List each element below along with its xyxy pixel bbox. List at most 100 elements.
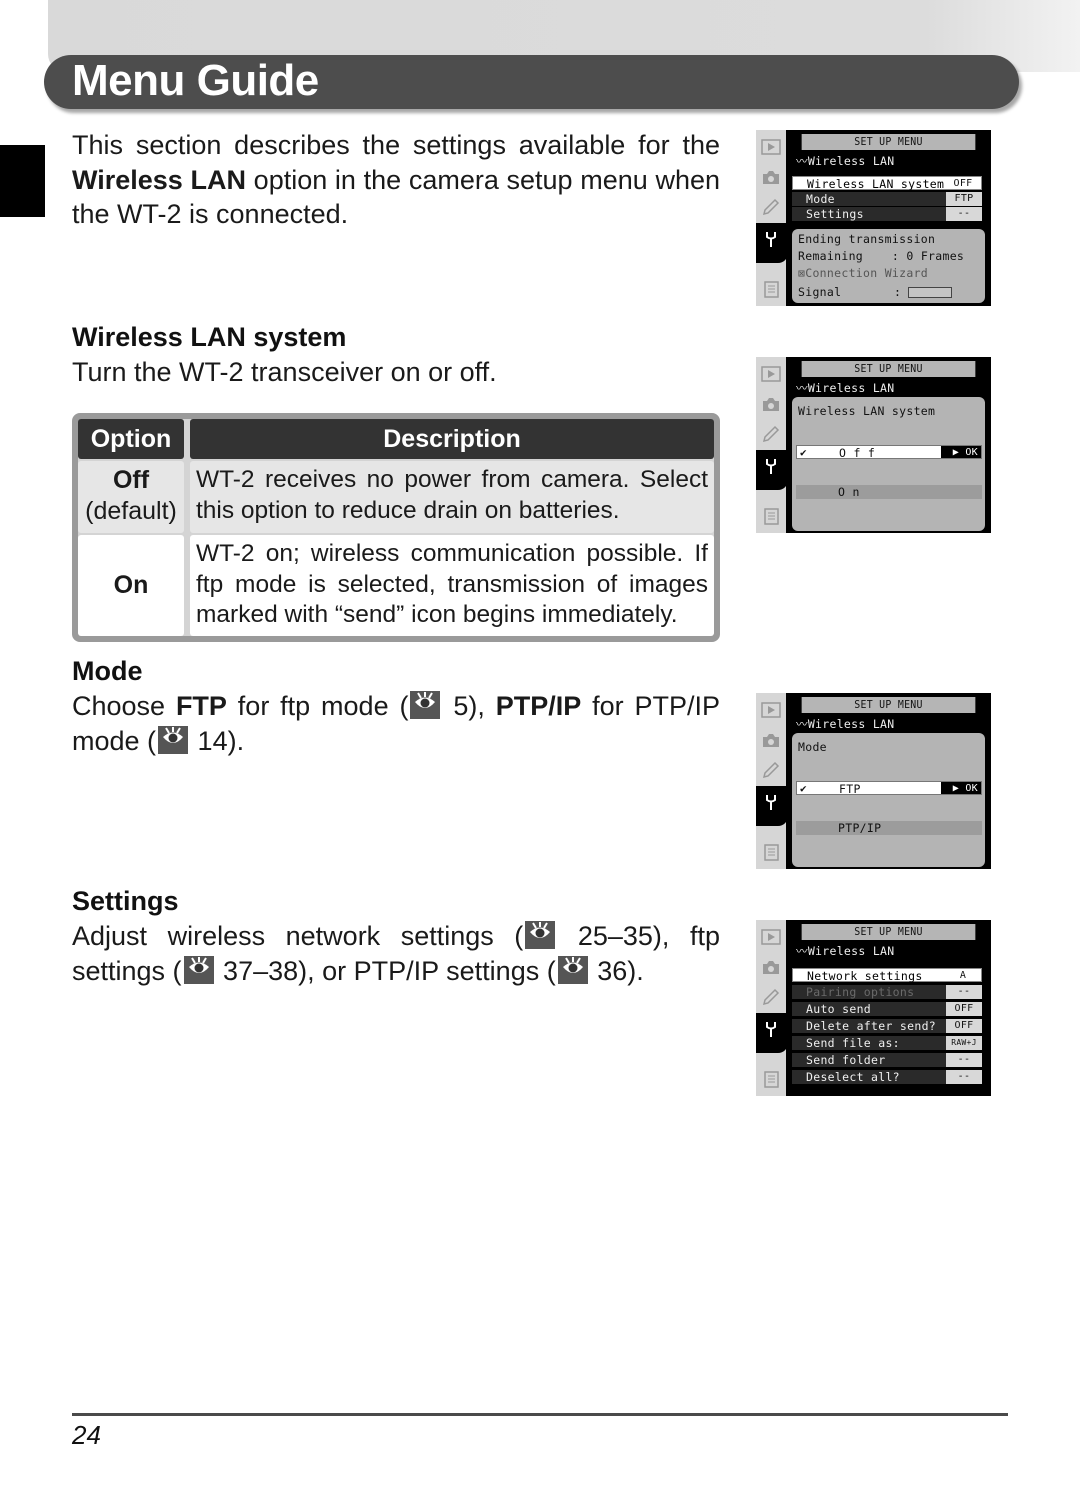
heading-settings: Settings (64, 886, 190, 920)
menu-item-send-file-as[interactable]: Send file as: RAW+J (792, 1036, 982, 1050)
wireless-lan-system-text: Turn the WT-2 transceiver on or off. (72, 357, 497, 387)
wrench-setup-icon (766, 795, 776, 810)
item-value: FTP (946, 192, 982, 206)
status-remaining: Remaining : 0 Frames (798, 248, 964, 264)
mode-paragraph: Choose FTP for ftp mode ( 5), PTP/IP for… (72, 689, 720, 758)
pencil-menu-icon (762, 425, 780, 443)
item-label: Wireless LAN system (807, 177, 945, 191)
intro-text: This section describes the settings avai… (72, 130, 720, 160)
option-off-label: Off (112, 466, 150, 494)
menu-item-settings[interactable]: Settings -- (792, 207, 982, 221)
camera-menu-icon (763, 961, 779, 974)
menu-item-delete-after-send[interactable]: Delete after send? OFF (792, 1019, 982, 1033)
option-default-note: (default) (85, 497, 177, 525)
pencil-menu-icon (762, 761, 780, 779)
recent-settings-icon (764, 281, 779, 298)
page-reference-icon (410, 691, 441, 719)
signal-label: Signal (798, 285, 842, 299)
table-row-off-description: WT-2 receives no power from camera. Sele… (190, 461, 714, 533)
submenu-label: Wireless LAN (807, 944, 895, 958)
camera-screen-wireless-lan-system: SET UP MENU 〰Wireless LAN Wireless LAN s… (756, 357, 991, 533)
remaining-value: : 0 Frames (891, 249, 965, 263)
item-value: -- (946, 985, 982, 999)
wrench-setup-icon (766, 1022, 776, 1037)
choice-label: PTP/IP (838, 821, 882, 835)
item-value: A (945, 969, 981, 981)
page-number: 24 (72, 1420, 101, 1450)
menu-item-send-folder[interactable]: Send folder -- (792, 1053, 982, 1067)
menu-item-auto-send[interactable]: Auto send OFF (792, 1002, 982, 1016)
menu-item-deselect-all[interactable]: Deselect all? -- (792, 1070, 982, 1084)
heading-wireless-lan-system: Wireless LAN system (64, 322, 358, 356)
wrench-setup-icon (766, 232, 776, 247)
remaining-label: Remaining (798, 249, 864, 263)
item-label: Auto send (806, 1002, 872, 1016)
chapter-tab-marker (0, 145, 45, 217)
choice-on[interactable]: O n (796, 485, 982, 499)
submenu-title: 〰Wireless LAN (796, 717, 895, 731)
playback-menu-icon (761, 929, 781, 945)
submenu-label: Wireless LAN (807, 717, 895, 731)
choice-label: O f f (839, 446, 876, 460)
choice-label: FTP (839, 782, 861, 796)
settings-text: Adjust wireless network settings ( (72, 921, 524, 951)
wizard-label: Connection Wizard (805, 266, 929, 280)
table-row-off-option: Off (default) (78, 461, 184, 533)
playback-menu-icon (761, 139, 781, 155)
page-reference-icon (158, 725, 189, 754)
heading-text: Mode (72, 656, 143, 686)
choice-label: O n (838, 485, 860, 499)
item-value: -- (946, 207, 982, 221)
menu-title: SET UP MENU (801, 924, 976, 940)
option-prompt: Wireless LAN system (798, 404, 936, 418)
menu-item-network-settings[interactable]: Network settings A (792, 968, 982, 983)
recent-settings-icon (764, 508, 779, 525)
recent-settings-icon (764, 844, 779, 861)
page-reference-icon (557, 955, 588, 984)
mode-text: Choose (72, 691, 176, 721)
submenu-label: Wireless LAN (807, 381, 895, 395)
item-label: Settings (806, 207, 864, 221)
menu-item-wireless-lan-system[interactable]: Wireless LAN system OFF (792, 176, 982, 191)
pencil-menu-icon (762, 198, 780, 216)
item-value: RAW+J (946, 1036, 982, 1050)
item-value: OFF (945, 177, 981, 189)
title-bar: Menu Guide (44, 55, 1019, 109)
camera-screen-settings: SET UP MENU 〰Wireless LAN Network settin… (756, 920, 991, 1096)
heading-text: Settings (72, 886, 179, 916)
submenu-title: 〰Wireless LAN (796, 381, 895, 395)
settings-text: 37–38), or PTP/IP settings ( (215, 955, 556, 986)
status-ending-transmission: Ending transmission (798, 232, 936, 246)
ok-button[interactable]: ▶ OK (941, 446, 981, 458)
table-row-on-option: On (78, 535, 184, 636)
ftp-term: FTP (175, 691, 227, 721)
option-panel: Mode (792, 733, 985, 867)
mode-text: for ftp mode ( (226, 691, 409, 721)
table-row-on-description: WT-2 on; wireless communication possible… (190, 535, 714, 636)
mode-text: 5), (442, 691, 496, 721)
status-signal: Signal: (798, 284, 978, 300)
item-value: OFF (946, 1019, 982, 1033)
menu-item-mode[interactable]: Mode FTP (792, 192, 982, 206)
choice-off[interactable]: ✔ O f f ▶ OK (796, 445, 982, 460)
choice-ptpip[interactable]: PTP/IP (796, 821, 982, 835)
camera-screen-wireless-lan-menu: SET UP MENU 〰Wireless LAN Wireless LAN s… (756, 130, 991, 306)
camera-menu-icon (763, 171, 779, 184)
recent-settings-icon (764, 1071, 779, 1088)
choice-ftp[interactable]: ✔ FTP ▶ OK (796, 781, 982, 796)
wrench-setup-icon (766, 459, 776, 474)
transmission-status-panel: Ending transmission Remaining : 0 Frames… (792, 229, 985, 303)
settings-text: 36). (589, 955, 644, 986)
menu-tab-rail (756, 920, 788, 1096)
item-label: Delete after send? (806, 1019, 937, 1033)
page-reference-icon (525, 921, 556, 949)
camera-menu-icon (763, 398, 779, 411)
mode-text: 14). (190, 725, 245, 756)
table-header-description: Description (190, 419, 714, 459)
item-label: Network settings (807, 969, 923, 983)
ok-button[interactable]: ▶ OK (941, 782, 981, 794)
submenu-label: Wireless LAN (807, 154, 895, 168)
page-title: Menu Guide (72, 56, 319, 105)
menu-title: SET UP MENU (801, 361, 976, 377)
menu-tab-rail (756, 130, 788, 306)
